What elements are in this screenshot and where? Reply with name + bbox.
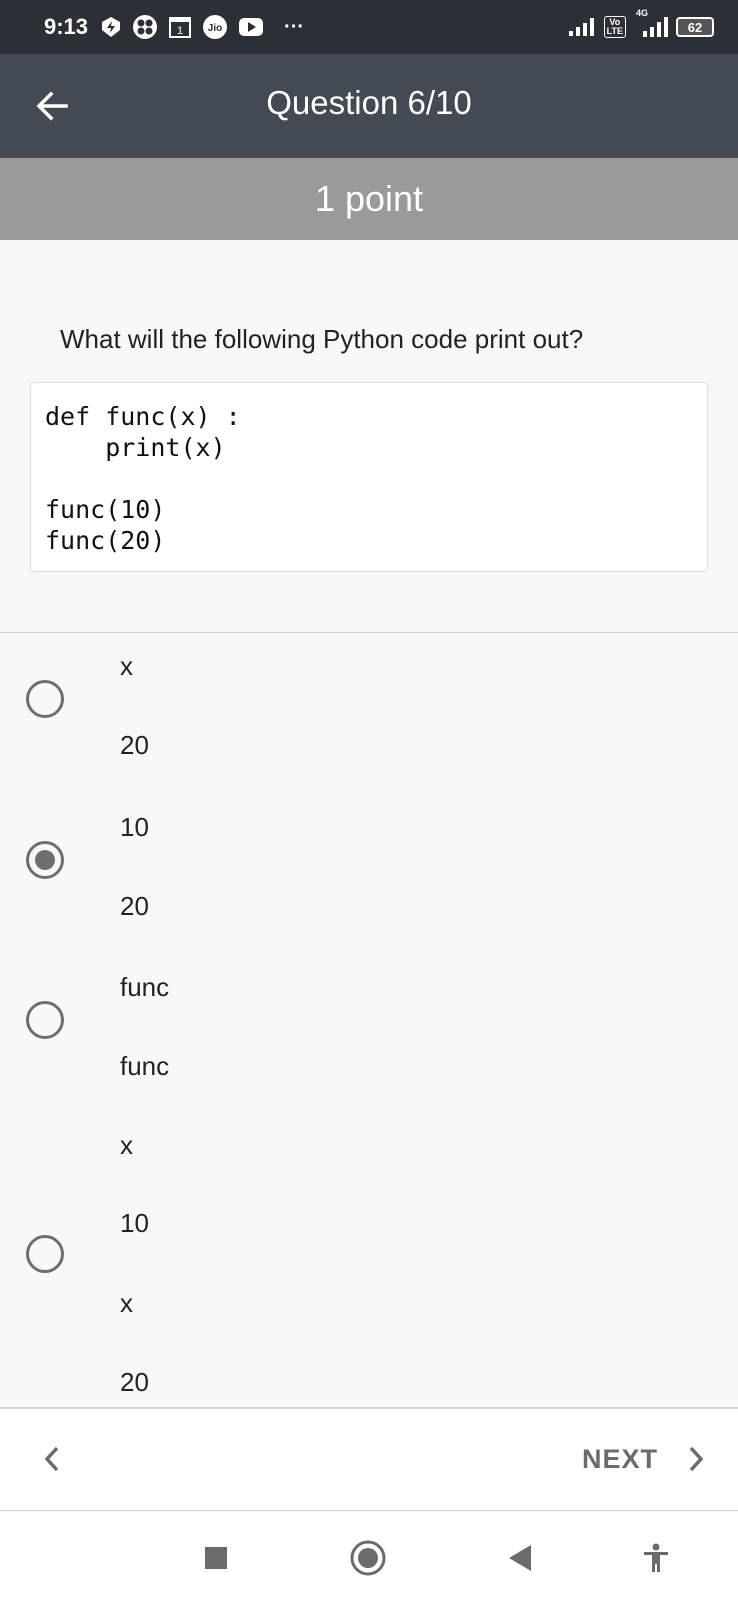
triangle-back-icon	[509, 1545, 531, 1571]
flower-icon	[132, 14, 158, 40]
svg-text:1: 1	[177, 25, 183, 37]
previous-button[interactable]	[30, 1437, 74, 1481]
option-line: func	[120, 1051, 170, 1081]
radio-button-selected[interactable]	[26, 841, 64, 879]
option-line: 20	[120, 1367, 149, 1397]
radio-button[interactable]	[26, 1235, 64, 1273]
next-label: NEXT	[581, 1443, 658, 1474]
app-bar: Question 6/10	[0, 54, 738, 158]
answer-option-1[interactable]: x 20	[0, 633, 738, 794]
chevron-left-icon	[44, 1446, 59, 1472]
accessibility-icon	[644, 1543, 668, 1572]
option-line: x	[120, 1130, 133, 1160]
system-navigation-bar	[0, 1512, 738, 1600]
bolt-icon	[100, 16, 122, 38]
svg-text:Jio: Jio	[208, 23, 222, 34]
option-line: 10	[120, 1208, 149, 1238]
home-button[interactable]	[348, 1538, 388, 1578]
system-back-button[interactable]	[500, 1538, 540, 1578]
answer-option-4[interactable]: x 10 x 20	[0, 1116, 738, 1407]
answer-options: x 20 10 20 func func x 10 x 20	[0, 633, 738, 1407]
radio-button[interactable]	[26, 1001, 64, 1039]
chevron-right-icon	[689, 1446, 704, 1472]
radio-button[interactable]	[26, 680, 64, 718]
option-line: 20	[120, 730, 149, 760]
option-line: 10	[120, 812, 149, 842]
jio-icon: Jio	[202, 14, 228, 40]
recents-button[interactable]	[196, 1538, 236, 1578]
status-bar: 9:13 1 Jio ··· Vo LTE 4G 62	[0, 0, 738, 54]
answer-option-3[interactable]: func func	[0, 955, 738, 1116]
option-line: x	[120, 1288, 133, 1318]
signal-icon	[568, 17, 596, 37]
answer-option-2[interactable]: 10 20	[0, 794, 738, 955]
option-line: 20	[120, 891, 149, 921]
option-line: x	[120, 651, 133, 681]
notification-icons: 1 Jio ···	[100, 14, 304, 40]
page-title: Question 6/10	[266, 84, 472, 121]
more-notifications-icon: ···	[284, 15, 305, 38]
calendar-icon: 1	[168, 15, 192, 39]
question-text: What will the following Python code prin…	[60, 324, 584, 354]
signal-4g-icon: 4G	[634, 8, 668, 38]
circle-home-icon	[350, 1540, 386, 1576]
youtube-icon	[238, 17, 264, 37]
system-status: Vo LTE 4G 62	[568, 8, 714, 38]
square-icon	[205, 1547, 227, 1569]
battery-icon: 62	[676, 17, 714, 37]
accessibility-button[interactable]	[636, 1538, 676, 1578]
next-button[interactable]: NEXT	[582, 1435, 708, 1483]
points-banner: 1 point	[0, 158, 738, 240]
volte-icon: Vo LTE	[603, 16, 626, 38]
status-time: 9:13	[44, 14, 89, 39]
code-block: def func(x) : print(x) func(10) func(20)	[30, 382, 708, 572]
question-navigation: NEXT	[0, 1407, 738, 1511]
option-line: func	[120, 972, 170, 1002]
